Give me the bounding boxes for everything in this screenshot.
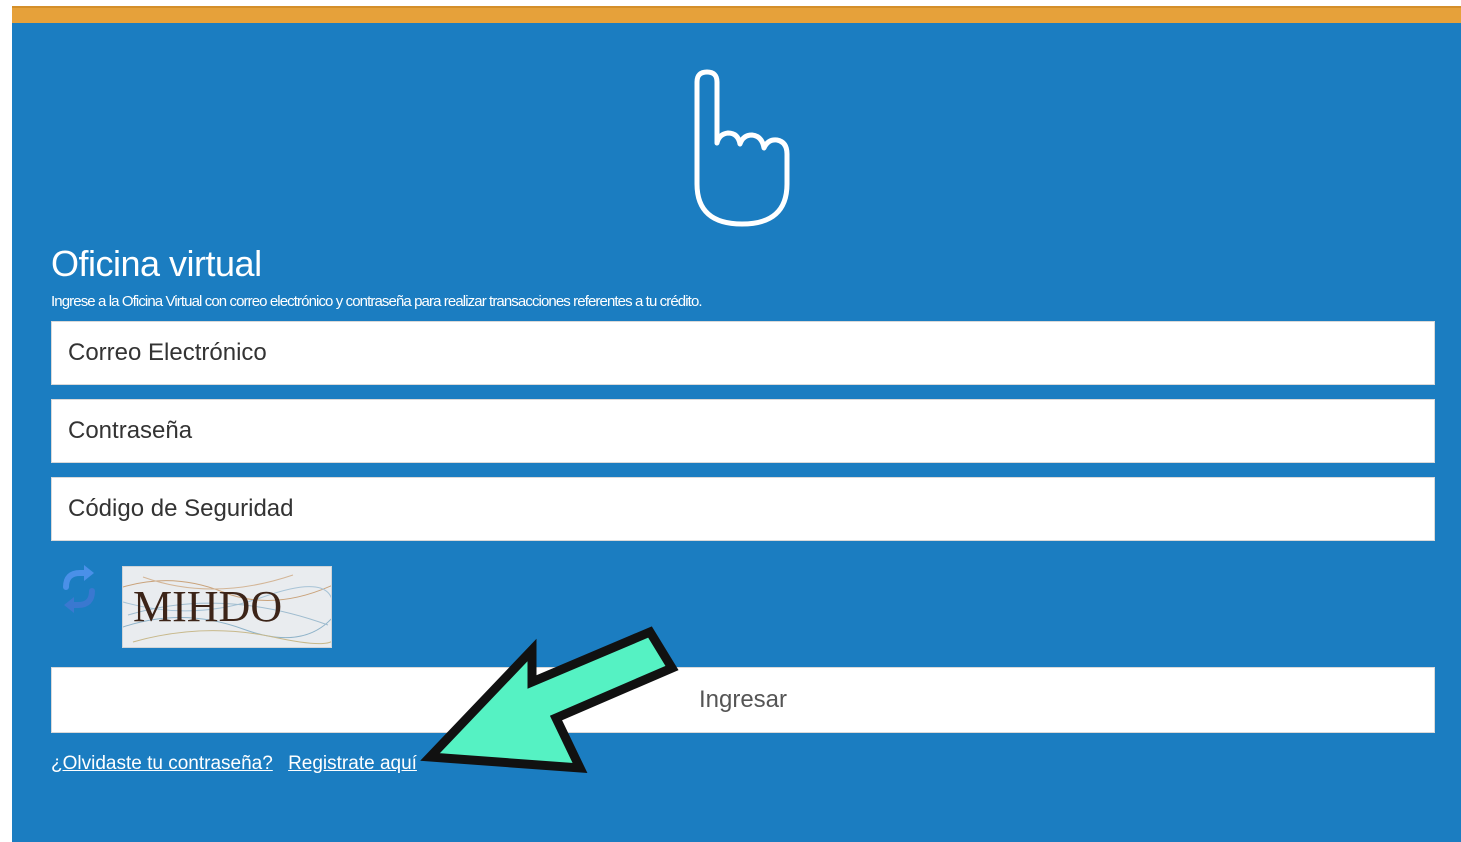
security-code-field[interactable]: [51, 477, 1435, 541]
account-links: ¿Olvidaste tu contraseña? Registrate aqu…: [51, 753, 427, 775]
refresh-icon[interactable]: [58, 563, 100, 615]
page-subtitle: Ingrese a la Oficina Virtual con correo …: [51, 293, 703, 310]
password-field[interactable]: [51, 399, 1435, 463]
top-accent-bar: [12, 6, 1461, 23]
page-frame: Oficina virtual Ingrese a la Oficina Vir…: [0, 0, 1461, 842]
forgot-password-link[interactable]: ¿Olvidaste tu contraseña?: [51, 753, 273, 774]
captcha-text: MIHDO: [133, 582, 283, 631]
captcha-image: MIHDO: [122, 566, 332, 648]
page-title: Oficina virtual: [51, 243, 262, 284]
pointing-hand-icon: [694, 69, 790, 227]
register-link[interactable]: Registrate aquí: [288, 753, 417, 774]
login-button[interactable]: Ingresar: [51, 667, 1435, 733]
email-field[interactable]: [51, 321, 1435, 385]
